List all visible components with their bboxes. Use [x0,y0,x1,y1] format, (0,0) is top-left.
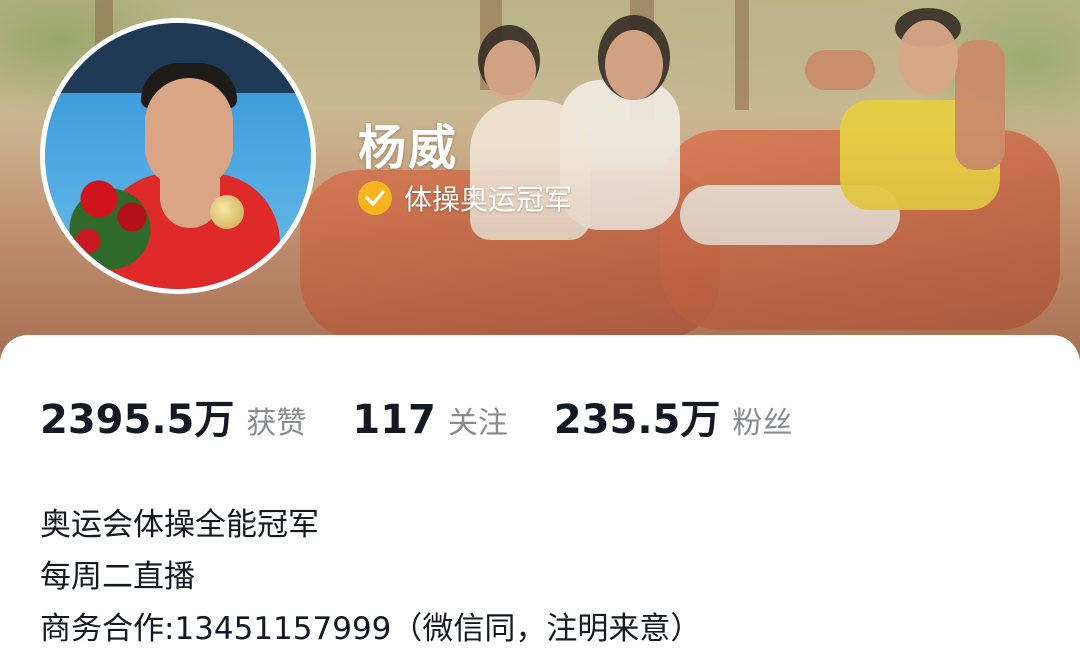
bio-line: 每周二直播 [40,559,195,595]
stat-followers-value: 235.5万 [553,397,721,443]
stat-following[interactable]: 117 关注 [352,397,508,443]
bio-line-contact: 商务合作:13451157999（微信同，注明来意） [40,611,702,647]
profile-name: 杨威 [358,120,459,176]
stat-following-value: 117 [352,397,436,443]
stat-likes-value: 2395.5万 [40,397,235,443]
stat-followers[interactable]: 235.5万 粉丝 [554,387,793,445]
profile-avatar[interactable] [40,18,316,294]
verification-badge[interactable]: 体操奥运冠军 [358,178,572,218]
profile-info-card: 2395.5万 获赞 117 关注 235.5万 粉丝 奥运会体操全能冠军 每周… [0,335,1080,656]
profile-stats: 2395.5万 获赞 117 关注 235.5万 粉丝 [40,387,838,445]
profile-bio: 奥运会体操全能冠军 每周二直播 商务合作:13451157999（微信同，注明来… [40,499,701,655]
verified-check-icon [358,181,392,215]
verification-label: 体操奥运冠军 [404,183,573,216]
bio-line: 奥运会体操全能冠军 [40,507,319,543]
stat-following-label: 关注 [447,406,508,441]
stat-followers-label: 粉丝 [732,406,793,441]
stat-likes[interactable]: 2395.5万 获赞 [40,387,306,445]
stat-likes-label: 获赞 [246,406,307,441]
